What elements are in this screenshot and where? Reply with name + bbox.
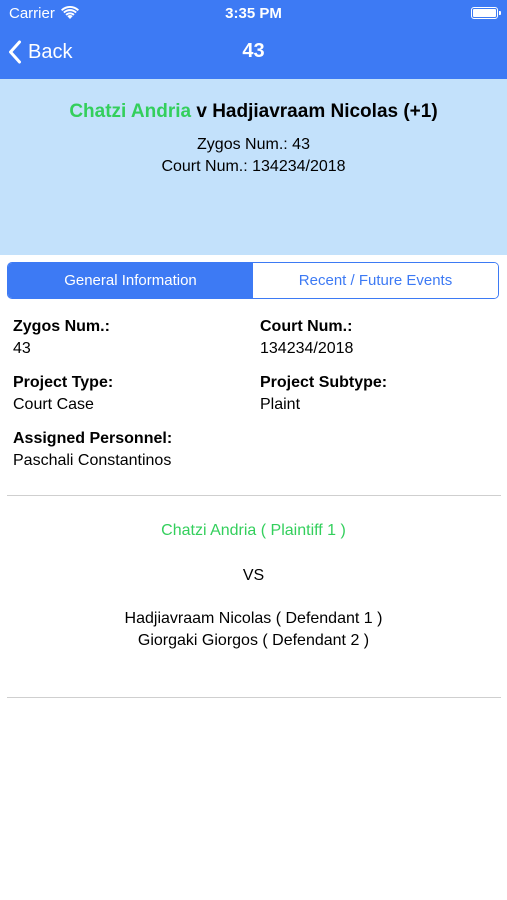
- status-time: 3:35 PM: [225, 5, 282, 22]
- battery-icon: [471, 7, 501, 19]
- divider: [7, 495, 501, 496]
- zygos-field: Zygos Num.: 43: [13, 318, 110, 358]
- assigned-personnel-value: Paschali Constantinos: [13, 452, 172, 469]
- status-bar: Carrier 3:35 PM: [0, 0, 507, 28]
- plaintiff-entry: Chatzi Andria ( Plaintiff 1 ): [161, 522, 346, 539]
- project-type-value: Court Case: [13, 396, 94, 413]
- tab-recent-future-events[interactable]: Recent / Future Events: [253, 263, 498, 298]
- versus-label: VS: [242, 567, 265, 584]
- case-header: Chatzi Andria v Hadjiavraam Nicolas (+1)…: [0, 79, 507, 255]
- defendant-entry: Giorgaki Giorgos ( Defendant 2 ): [137, 632, 370, 649]
- project-subtype-field: Project Subtype: Plaint: [260, 374, 387, 414]
- navigation-bar: Carrier 3:35 PM Back 43: [0, 0, 507, 79]
- project-subtype-label: Project Subtype:: [260, 374, 388, 391]
- zygos-value: 43: [13, 340, 31, 357]
- header-court-number: Court Num.: 134234/2018: [161, 158, 346, 175]
- header-zygos-number: Zygos Num.: 43: [197, 136, 310, 153]
- assigned-personnel-field: Assigned Personnel: Paschali Constantino…: [13, 430, 172, 470]
- court-field: Court Num.: 134234/2018: [260, 318, 353, 358]
- case-title-plaintiff: Chatzi Andria: [69, 101, 192, 122]
- court-value: 134234/2018: [260, 340, 354, 357]
- segmented-control: General Information Recent / Future Even…: [7, 262, 499, 299]
- page-title: 43: [242, 40, 265, 62]
- project-type-field: Project Type: Court Case: [13, 374, 113, 414]
- project-type-label: Project Type:: [13, 374, 114, 391]
- case-title: Chatzi Andria v Hadjiavraam Nicolas (+1): [0, 101, 507, 123]
- project-subtype-value: Plaint: [260, 396, 301, 413]
- zygos-label: Zygos Num.:: [13, 318, 110, 335]
- divider: [7, 697, 501, 698]
- court-label: Court Num.:: [260, 318, 353, 335]
- case-title-versus: v Hadjiavraam Nicolas (+1): [191, 101, 438, 122]
- defendant-entry: Hadjiavraam Nicolas ( Defendant 1 ): [124, 610, 383, 627]
- tab-general-information[interactable]: General Information: [8, 263, 253, 298]
- assigned-personnel-label: Assigned Personnel:: [13, 430, 173, 447]
